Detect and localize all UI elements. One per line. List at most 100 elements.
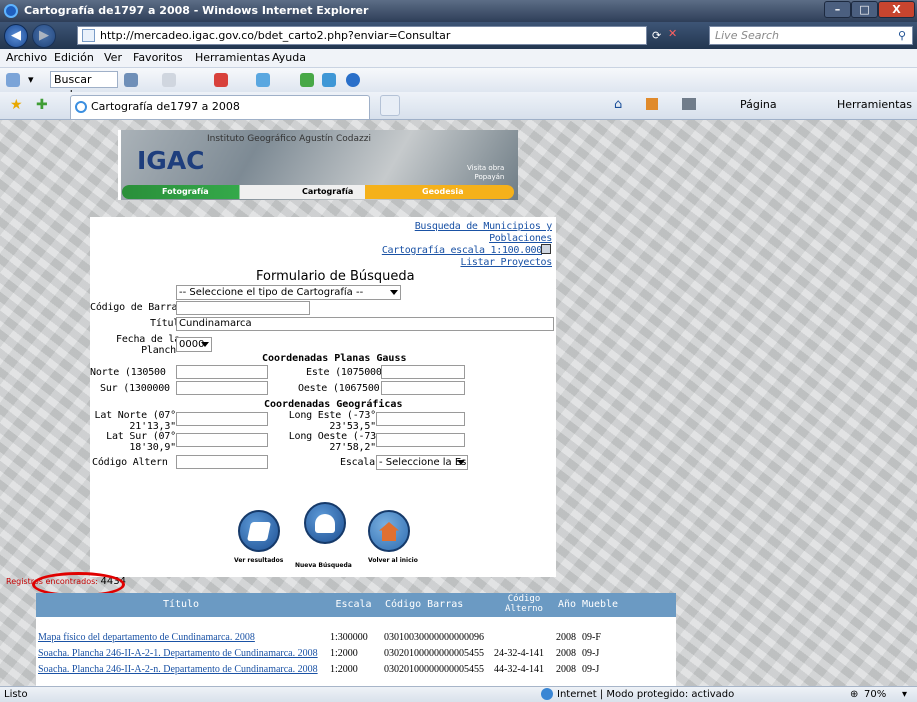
chevron-down-icon — [457, 460, 465, 465]
add-favorite-icon[interactable]: ✚ — [36, 97, 48, 113]
nav-fotografia[interactable]: Fotografía — [162, 187, 209, 196]
search-icon[interactable]: ⚲ — [898, 29, 906, 42]
menu-ver[interactable]: Ver — [104, 51, 122, 64]
search-go-icon[interactable] — [124, 73, 138, 87]
nueva-busqueda-label[interactable]: Nueva Búsqueda — [295, 562, 352, 569]
zoom-level[interactable]: 70% — [864, 689, 886, 700]
toolbar-icon[interactable] — [322, 73, 336, 87]
sur-input[interactable] — [176, 381, 268, 395]
security-zone[interactable]: Internet | Modo protegido: activado — [557, 689, 734, 700]
refresh-icon[interactable]: ⟳ — [652, 29, 661, 42]
new-tab-button[interactable] — [380, 95, 400, 116]
row-escala: 1:2000 — [330, 648, 358, 659]
row-codigo-barras: 03020100000000005455 — [384, 664, 484, 675]
row-escala: 1:300000 — [330, 632, 368, 643]
codigo-alterno-input[interactable] — [176, 455, 268, 469]
row-mueble: 09-J — [582, 648, 600, 659]
nav-geodesia[interactable]: Geodesia — [422, 187, 464, 196]
tipo-cartografia-select[interactable]: -- Seleccione el tipo de Cartografía -- — [176, 285, 401, 300]
form-heading: Formulario de Búsqueda — [256, 269, 415, 284]
forward-button[interactable]: ▶ — [32, 24, 56, 48]
long-este-1: Long Este (-73° — [288, 410, 377, 421]
section-nav: Fotografía Cartografía Geodesia — [122, 185, 514, 199]
favorites-star-icon[interactable]: ★ — [10, 97, 23, 113]
zoom-dropdown-icon[interactable]: ▾ — [902, 689, 907, 700]
col-mueble: Mueble — [581, 599, 619, 610]
volver-inicio-button[interactable] — [368, 510, 410, 552]
minimize-button[interactable]: – — [824, 1, 851, 18]
este-label: Este (1075000 — [306, 367, 382, 378]
row-ano: 2008 — [556, 632, 576, 643]
row-codigo-alterno: 44-32-4-141 — [494, 664, 544, 675]
rss-icon[interactable] — [646, 98, 658, 110]
volver-inicio-label[interactable]: Volver al inicio — [368, 557, 418, 564]
heart-icon[interactable] — [214, 73, 228, 87]
print-icon[interactable] — [682, 98, 696, 110]
codigo-barra-label: Código de Barra — [90, 302, 178, 313]
este-input[interactable] — [381, 365, 465, 379]
maximize-button[interactable]: □ — [851, 1, 878, 18]
back-button[interactable]: ◀ — [4, 24, 28, 48]
lat-norte-input[interactable] — [176, 412, 268, 426]
escala-select[interactable]: - Seleccione la Escala - — [376, 455, 468, 470]
long-oeste-1: Long Oeste (-73 — [288, 431, 377, 442]
banner-visit-text: Visita obra Popayán — [467, 164, 504, 182]
visit-line-1: Visita obra — [467, 164, 505, 172]
mail-icon[interactable] — [256, 73, 270, 87]
page-tool-icon[interactable] — [162, 73, 176, 87]
row-mueble: 09-F — [582, 632, 601, 643]
titulo-value: Cundinamarca — [179, 318, 252, 329]
ver-resultados-button[interactable] — [238, 510, 280, 552]
lat-sur-input[interactable] — [176, 433, 268, 447]
menu-favoritos[interactable]: Favoritos — [133, 51, 183, 64]
status-text: Listo — [4, 689, 28, 700]
close-button[interactable]: X — [878, 1, 915, 18]
link-listar-proyectos[interactable]: Listar Proyectos — [390, 257, 552, 268]
home-icon[interactable]: ⌂ — [614, 97, 622, 112]
long-oeste-input[interactable] — [376, 433, 465, 447]
menu-edicion[interactable]: Edición — [54, 51, 94, 64]
ver-resultados-label[interactable]: Ver resultados — [234, 557, 283, 564]
tools-menu[interactable]: Herramientas — [837, 98, 912, 111]
norte-input[interactable] — [176, 365, 268, 379]
address-input[interactable]: http://mercadeo.igac.gov.co/bdet_carto2.… — [77, 26, 647, 45]
addon-icon[interactable] — [6, 73, 20, 87]
norte-label: Norte (130500 — [90, 367, 166, 378]
ie-logo-icon — [4, 4, 18, 18]
fecha-select[interactable]: 0000 — [176, 337, 212, 352]
page-menu[interactable]: Página — [740, 98, 777, 111]
oeste-input[interactable] — [381, 381, 465, 395]
add-icon[interactable] — [300, 73, 314, 87]
codigo-barra-input[interactable] — [176, 301, 310, 315]
nav-cartografia[interactable]: Cartografía — [302, 187, 353, 196]
lat-sur-label: Lat Sur (07° 18'30,9" — [90, 431, 176, 453]
nueva-busqueda-button[interactable] — [304, 502, 346, 544]
search-form-panel: Busqueda de Municipios y Poblaciones Car… — [90, 217, 556, 577]
stop-icon[interactable]: ✕ — [668, 27, 677, 40]
row-titulo-link[interactable]: Soacha. Plancha 246-II-A-2-1. Departamen… — [38, 648, 326, 659]
row-mueble: 09-J — [582, 664, 600, 675]
menu-archivo[interactable]: Archivo — [6, 51, 47, 64]
link-municipios[interactable]: Busqueda de Municipios y Poblaciones — [390, 221, 553, 245]
dropdown-arrow-icon[interactable]: ▾ — [28, 73, 34, 86]
row-titulo-link[interactable]: Mapa físico del departamento de Cundinam… — [38, 632, 326, 643]
page-content: Instituto Geográfico Agustín Codazzi IGA… — [0, 120, 917, 686]
chevron-down-icon — [390, 290, 398, 295]
col-codigo-barras: Código Barras — [385, 599, 464, 610]
help-icon[interactable] — [346, 73, 360, 87]
search-input[interactable]: Live Search — [709, 26, 913, 45]
toolbar: ▾ Buscar web.. — [0, 68, 917, 101]
tab-bar: ★ ✚ Cartografía de1797 a 2008 ⌂ Página H… — [0, 92, 917, 120]
link-escala-100000[interactable]: Cartografía escala 1:100.000 — [380, 245, 542, 256]
browser-window: Cartografía de1797 a 2008 - Windows Inte… — [0, 0, 917, 702]
menu-herramientas[interactable]: Herramientas — [195, 51, 270, 64]
row-titulo-link[interactable]: Soacha. Plancha 246-II-A-2-n. Departamen… — [38, 664, 326, 675]
col-ano: Año — [557, 599, 577, 610]
long-este-input[interactable] — [376, 412, 465, 426]
titulo-input[interactable]: Cundinamarca — [176, 317, 554, 331]
col-titulo: Título — [162, 599, 200, 610]
zoom-icon: ⊕ — [850, 689, 859, 700]
tab-cartografia[interactable]: Cartografía de1797 a 2008 — [70, 95, 370, 119]
menu-ayuda[interactable]: Ayuda — [272, 51, 306, 64]
search-web-input[interactable]: Buscar web.. — [50, 71, 118, 101]
